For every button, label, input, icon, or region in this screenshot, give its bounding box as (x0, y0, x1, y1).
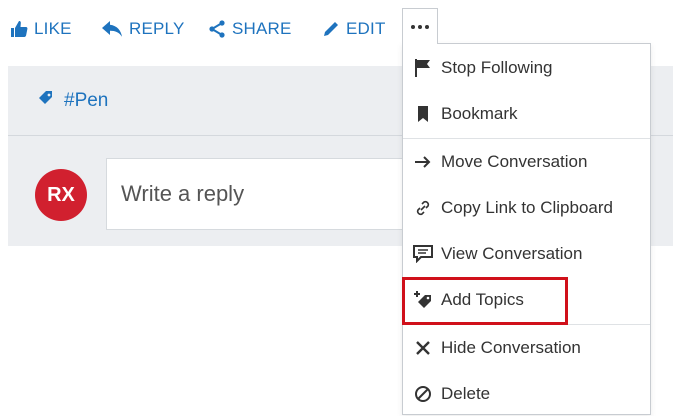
menu-divider (403, 324, 650, 325)
topic-label: #Pen (64, 90, 109, 111)
add-tag-icon (412, 289, 434, 311)
tag-icon (38, 90, 54, 112)
menu-item-label: Stop Following (441, 58, 553, 77)
menu-divider (403, 138, 650, 139)
menu-item-label: Bookmark (441, 104, 518, 123)
x-icon (412, 337, 434, 359)
edit-button[interactable]: EDIT (322, 17, 386, 41)
menu-item-move-conversation[interactable]: Move Conversation (403, 140, 650, 184)
topic-link[interactable]: #Pen (38, 90, 108, 112)
reply-icon (101, 20, 123, 38)
menu-item-label: Hide Conversation (441, 338, 581, 357)
reply-button[interactable]: REPLY (101, 17, 185, 41)
menu-item-label: Delete (441, 384, 491, 403)
more-options-button[interactable] (402, 8, 438, 44)
arrow-right-icon (412, 151, 434, 173)
share-button[interactable]: SHARE (208, 17, 292, 41)
chat-icon (412, 243, 434, 265)
like-button[interactable]: LIKE (10, 17, 72, 41)
menu-item-add-topics[interactable]: Add Topics (403, 278, 650, 322)
menu-item-hide-conversation[interactable]: Hide Conversation (403, 326, 650, 370)
menu-item-copy-link[interactable]: Copy Link to Clipboard (403, 186, 650, 230)
menu-item-label: Add Topics (441, 290, 524, 309)
menu-item-view-conversation[interactable]: View Conversation (403, 232, 650, 276)
menu-item-stop-following[interactable]: Stop Following (403, 46, 650, 90)
like-label: LIKE (34, 19, 72, 38)
pencil-icon (322, 20, 340, 38)
more-options-menu: Stop Following Bookmark Move Conversatio… (402, 43, 651, 415)
avatar: RX (35, 169, 87, 221)
flag-icon (412, 57, 434, 79)
share-label: SHARE (232, 19, 292, 38)
reply-label: REPLY (129, 19, 185, 38)
menu-item-label: View Conversation (441, 244, 583, 263)
reply-input[interactable]: Write a reply (106, 158, 426, 230)
ban-icon (412, 383, 434, 405)
edit-label: EDIT (346, 19, 386, 38)
menu-item-delete[interactable]: Delete (403, 372, 650, 416)
share-icon (208, 20, 226, 38)
bookmark-icon (412, 103, 434, 125)
ellipsis-icon (411, 24, 429, 29)
thumbs-up-icon (10, 20, 28, 38)
menu-item-label: Copy Link to Clipboard (441, 198, 613, 217)
link-icon (412, 197, 434, 219)
menu-item-bookmark[interactable]: Bookmark (403, 92, 650, 136)
menu-item-label: Move Conversation (441, 152, 588, 171)
